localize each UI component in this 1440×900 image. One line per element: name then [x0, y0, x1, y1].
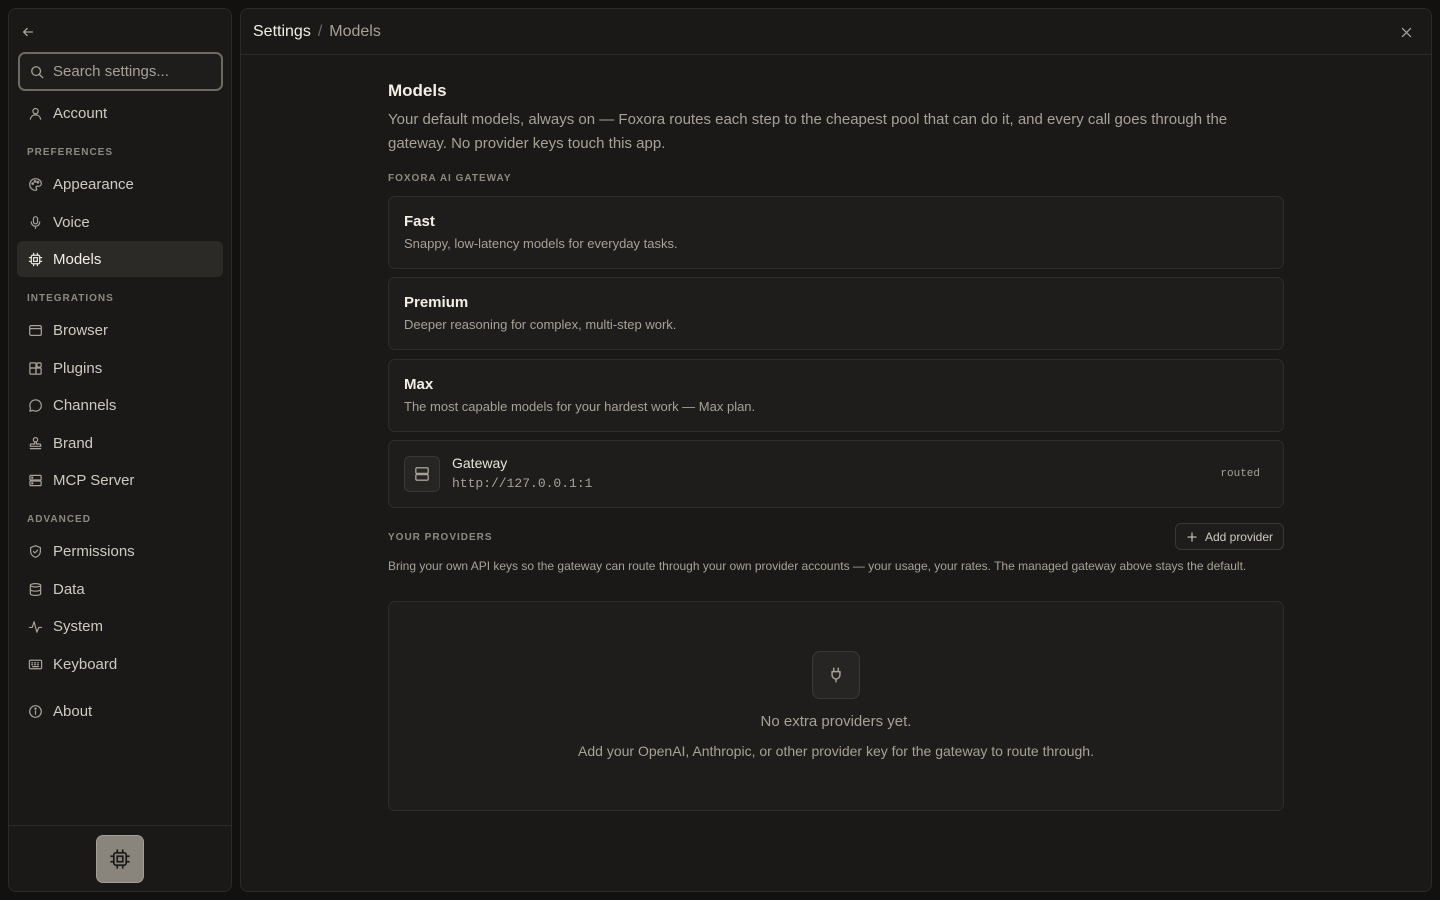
info-icon [27, 703, 43, 719]
sidebar-item-voice[interactable]: Voice [17, 204, 223, 240]
palette-icon [27, 176, 43, 192]
sidebar-item-label: Brand [53, 434, 94, 452]
gateway-status-badge: routed [1220, 468, 1260, 480]
breadcrumb: Settings / Models [241, 9, 1431, 55]
sidebar-item-label: Voice [53, 213, 90, 231]
providers-empty-state: No extra providers yet. Add your OpenAI,… [388, 601, 1284, 811]
sidebar-item-plugins[interactable]: Plugins [17, 350, 223, 386]
tier-card-premium[interactable]: Premium Deeper reasoning for complex, mu… [388, 277, 1284, 350]
gateway-card: Gateway http://127.0.0.1:1 routed [388, 440, 1284, 508]
page-description: Your default models, always on — Foxora … [388, 111, 1228, 152]
browser-window-icon [27, 322, 43, 338]
section-label-integrations: INTEGRATIONS [27, 293, 114, 304]
tier-description: The most capable models for your hardest… [404, 399, 756, 414]
mic-icon [27, 214, 43, 230]
sidebar-item-label: Browser [53, 321, 109, 339]
sidebar-item-label: Data [53, 580, 85, 598]
settings-sidebar: Account PREFERENCES Appearance Voice Mod… [8, 8, 232, 892]
gateway-caption: FOXORA AI GATEWAY [388, 173, 512, 184]
sidebar-item-label: Account [53, 104, 108, 122]
settings-main-panel: Settings / Models Models Your default mo… [240, 8, 1432, 892]
puzzle-icon [27, 360, 43, 376]
sidebar-item-about[interactable]: About [17, 693, 223, 729]
breadcrumb-separator: / [317, 22, 323, 40]
empty-state-title: No extra providers yet. [760, 713, 912, 730]
add-provider-button[interactable]: Add provider [1174, 523, 1284, 550]
gateway-url: http://127.0.0.1:1 [452, 476, 593, 491]
database-icon [27, 581, 43, 597]
close-icon[interactable] [1397, 23, 1415, 41]
chat-bubble-icon [27, 397, 43, 413]
empty-state-subtitle: Add your OpenAI, Anthropic, or other pro… [578, 743, 1094, 759]
sidebar-item-models[interactable]: Models [17, 241, 223, 277]
gateway-title: Gateway [452, 455, 508, 471]
providers-description: Bring your own API keys so the gateway c… [388, 559, 1247, 573]
arrow-left-icon[interactable] [19, 23, 37, 41]
search-input[interactable] [53, 63, 203, 80]
plug-icon [812, 651, 860, 699]
tier-description: Deeper reasoning for complex, multi-step… [404, 317, 677, 332]
sidebar-item-label: About [53, 702, 93, 720]
tier-card-max[interactable]: Max The most capable models for your har… [388, 359, 1284, 432]
page-title: Models [388, 81, 447, 100]
sidebar-item-channels[interactable]: Channels [17, 387, 223, 423]
cpu-icon [27, 251, 43, 267]
providers-caption: YOUR PROVIDERS [388, 532, 493, 543]
sidebar-item-brand[interactable]: Brand [17, 425, 223, 461]
sidebar-footer [9, 825, 231, 891]
section-label-preferences: PREFERENCES [27, 147, 114, 158]
plus-icon [1187, 531, 1197, 542]
sidebar-item-permissions[interactable]: Permissions [17, 533, 223, 569]
search-icon [31, 65, 44, 78]
tier-name: Fast [404, 213, 435, 230]
sidebar-item-system[interactable]: System [17, 608, 223, 644]
sidebar-item-appearance[interactable]: Appearance [17, 166, 223, 202]
cpu-chip-icon[interactable] [96, 834, 144, 883]
sidebar-item-account[interactable]: Account [17, 95, 223, 131]
activity-icon [27, 618, 43, 634]
sidebar-item-keyboard[interactable]: Keyboard [17, 646, 223, 682]
server-icon [404, 456, 440, 492]
sidebar-item-data[interactable]: Data [17, 571, 223, 607]
section-label-advanced: ADVANCED [27, 514, 91, 525]
sidebar-item-label: Channels [53, 396, 117, 414]
sidebar-item-label: Plugins [53, 359, 103, 377]
sidebar-item-label: MCP Server [53, 471, 135, 489]
breadcrumb-root[interactable]: Settings [253, 23, 311, 41]
stamp-icon [27, 435, 43, 451]
sidebar-item-label: Appearance [53, 175, 134, 193]
sidebar-item-label: Models [53, 250, 102, 268]
tier-name: Premium [404, 294, 469, 311]
sidebar-item-browser[interactable]: Browser [17, 312, 223, 348]
tier-card-fast[interactable]: Fast Snappy, low-latency models for ever… [388, 196, 1284, 269]
breadcrumb-current-page: Models [329, 22, 381, 40]
add-provider-label: Add provider [1204, 529, 1273, 544]
server-icon [27, 472, 43, 488]
tier-description: Snappy, low-latency models for everyday … [404, 236, 678, 251]
search-box[interactable] [18, 52, 223, 91]
tier-name: Max [404, 376, 434, 393]
keyboard-icon [27, 656, 43, 672]
sidebar-item-label: Permissions [53, 542, 135, 560]
shield-check-icon [27, 543, 43, 559]
sidebar-item-label: Keyboard [53, 655, 118, 673]
sidebar-item-mcp-server[interactable]: MCP Server [17, 462, 223, 498]
sidebar-item-label: System [53, 617, 104, 635]
user-icon [27, 105, 43, 121]
